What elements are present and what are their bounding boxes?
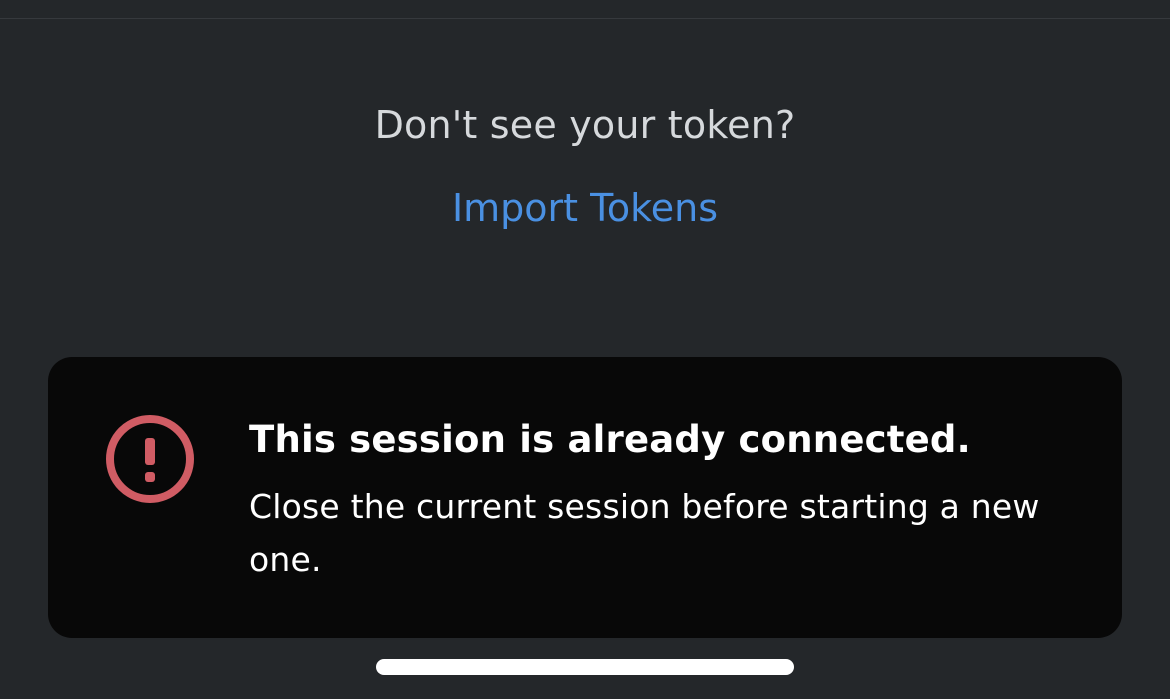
error-exclamation-icon bbox=[105, 414, 195, 504]
missing-token-question: Don't see your token? bbox=[374, 103, 796, 147]
import-tokens-link[interactable]: Import Tokens bbox=[385, 182, 785, 234]
toast-message: Close the current session before startin… bbox=[249, 487, 1040, 579]
top-divider bbox=[0, 18, 1170, 19]
toast-title: This session is already connected. bbox=[249, 418, 971, 461]
home-indicator[interactable] bbox=[376, 659, 794, 675]
